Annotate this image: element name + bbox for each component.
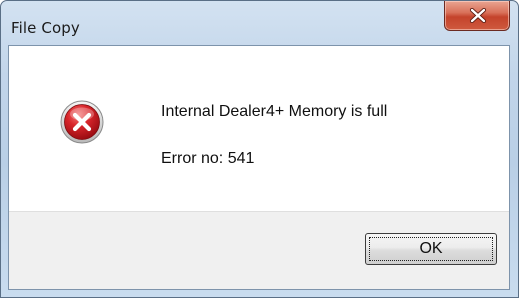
error-message: Internal Dealer4+ Memory is full bbox=[161, 103, 388, 120]
close-x-icon bbox=[469, 8, 487, 23]
error-icon bbox=[60, 100, 104, 144]
message-area: Internal Dealer4+ Memory is full Error n… bbox=[9, 46, 509, 211]
error-number: Error no: 541 bbox=[161, 150, 255, 167]
button-bar: OK bbox=[9, 211, 509, 289]
window-title: File Copy bbox=[11, 19, 80, 37]
title-bar[interactable]: File Copy bbox=[1, 1, 518, 45]
close-button[interactable] bbox=[444, 1, 510, 31]
dialog-window: File Copy Internal Dealer4+ Memory is fu… bbox=[0, 0, 519, 298]
ok-button[interactable]: OK bbox=[365, 233, 497, 265]
dialog-body: Internal Dealer4+ Memory is full Error n… bbox=[8, 45, 510, 290]
